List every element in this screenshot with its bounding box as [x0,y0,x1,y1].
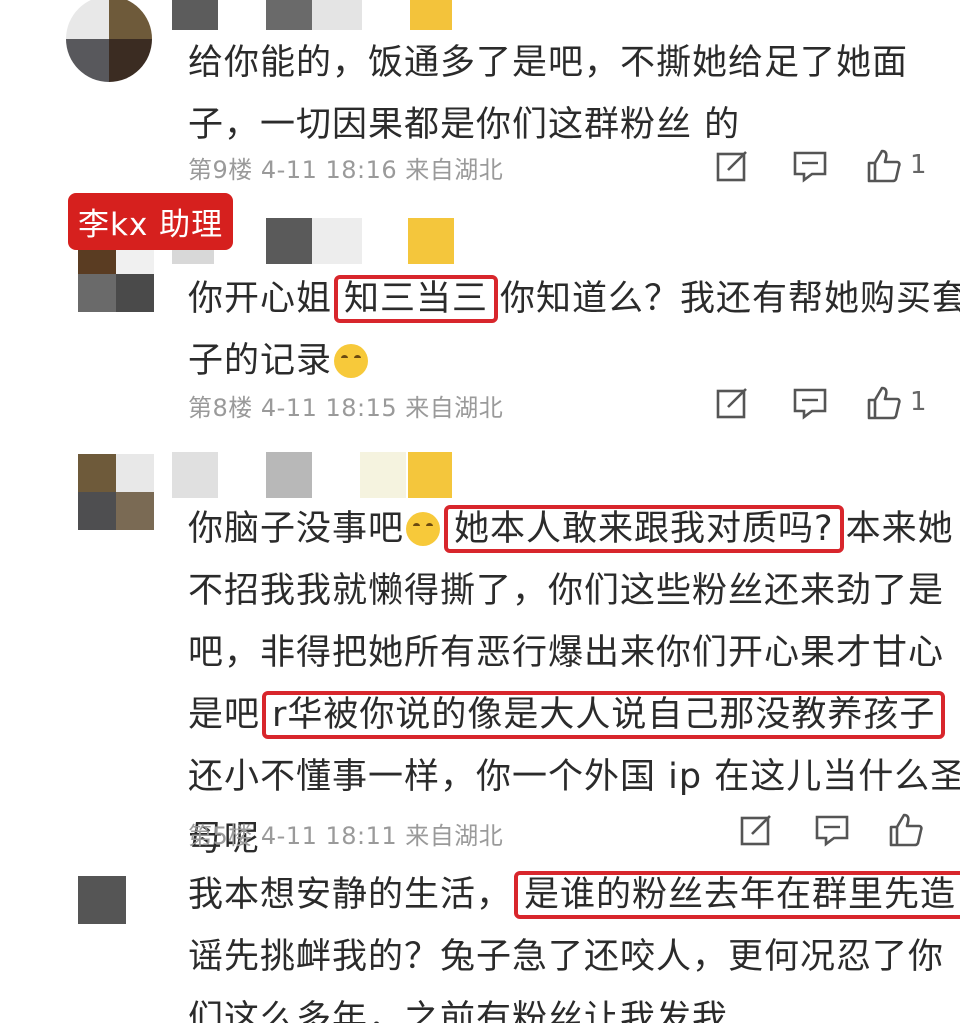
comment-line: 吧，非得把她所有恶行爆出来你们开心果才甘心 [188,633,945,673]
comment-line: 谣先挑衅我的？兔子急了还咬人，更何况忍了你 [188,937,945,977]
comment-line: 还小不懂事一样，你一个外国 ip 在这儿当什么圣 [188,757,960,797]
comment-line: 你开心姐 知三当三 你知道么？我还有帮她购买套 [188,268,960,330]
highlight-box: 她本人敢来跟我对质吗? [444,505,844,553]
smile-emoji-icon [334,344,369,378]
comment-meta: 第9楼 4-11 18:16 来自湖北 [188,156,504,184]
comment-meta: 第8楼 4-11 18:15 来自湖北 [188,394,504,422]
text-segment: 你开心姐 [188,279,333,319]
avatar[interactable] [78,876,126,924]
username-mosaic[interactable] [172,452,472,498]
comment-actions: 1 [714,148,944,188]
comment-text: 给你能的，饭通多了是吧，不撕她给足了她面 子，一切因果都是你们这群粉丝 的 [188,32,928,156]
comment-line: 不招我我就懒得撕了，你们这些粉丝还来劲了是 [188,571,945,611]
thumbs-up-icon[interactable] [888,812,924,848]
comment-line: 子，一切因果都是你们这群粉丝 的 [188,105,741,145]
highlight-box: 知三当三 [334,275,499,323]
comment-bubble-icon[interactable] [792,148,828,184]
highlight-box: r华被你说的像是大人说自己那没教养孩子 [262,691,946,739]
comment-line: 是吧 r华被你说的像是大人说自己那没教养孩子 [188,684,946,746]
comment-actions [738,812,938,852]
like-count: 1 [910,387,927,417]
edit-square-icon[interactable] [738,812,774,848]
username-mosaic[interactable] [172,0,472,30]
comment-bubble-icon[interactable] [792,385,828,421]
text-segment: 子的记录 [188,341,333,381]
comment-meta: 第5楼 4-11 18:11 来自湖北 [188,822,504,850]
comment-actions: 1 [714,385,944,425]
highlight-box: 是谁的粉丝去年在群里先造 [514,871,960,919]
comment-line: 我本想安静的生活， 是谁的粉丝去年在群里先造 [188,864,960,926]
comment-bubble-icon[interactable] [814,812,850,848]
text-segment: 本来她 [845,509,954,549]
user-tag-badge: 李kx 助理 [68,193,234,250]
like-count: 1 [910,150,927,180]
text-segment: 们这么多年，之前有粉丝让我发我 [188,999,729,1023]
edit-square-icon[interactable] [714,385,750,421]
text-segment: 你知道么？我还有帮她购买套 [500,279,960,319]
comment-text: 我本想安静的生活， 是谁的粉丝去年在群里先造 谣先挑衅我的？兔子急了还咬人，更何况… [188,864,960,1023]
edit-square-icon[interactable] [714,148,750,184]
smile-emoji-icon [406,512,441,546]
thumbs-up-icon[interactable] [866,148,902,184]
comment-line: 子的记录 [188,330,928,392]
thumbs-up-icon[interactable] [866,385,902,421]
text-segment: 你脑子没事吧 [188,509,405,549]
comment-line: 你脑子没事吧 她本人敢来跟我对质吗? 本来她 [188,498,953,560]
comment-line: 给你能的，饭通多了是吧，不撕她给足了她面 [188,43,909,83]
avatar[interactable] [66,0,152,82]
avatar[interactable] [78,454,154,530]
comment-text: 你开心姐 知三当三 你知道么？我还有帮她购买套 子的记录 [188,268,960,392]
comment-line: 们这么多年，之前有粉丝让我发我 [188,988,928,1023]
text-segment: 是吧 [188,695,261,735]
comment-thread: 给你能的，饭通多了是吧，不撕她给足了她面 子，一切因果都是你们这群粉丝 的 第9… [0,0,960,1023]
text-segment: 我本想安静的生活， [188,875,513,915]
